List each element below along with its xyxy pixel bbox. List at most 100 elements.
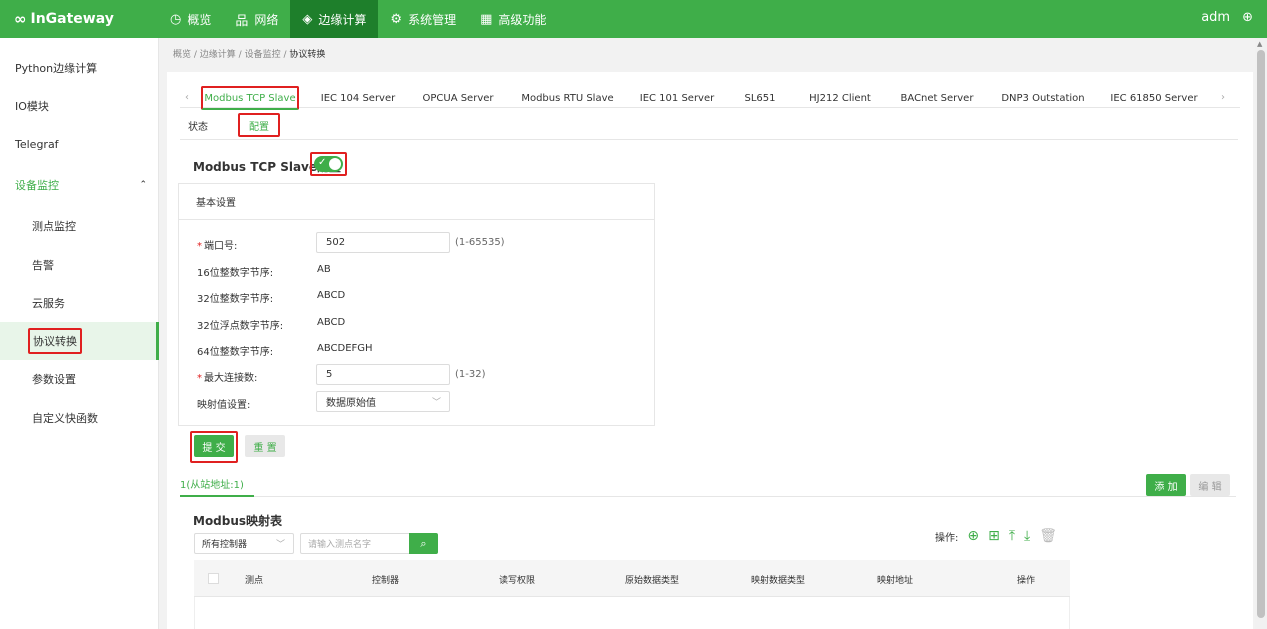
int32-order-value: ABCD (317, 290, 346, 301)
subtab-status[interactable]: 状态 (184, 113, 212, 137)
max-connections-input[interactable]: 5 (316, 364, 450, 385)
sidebar-item-python[interactable]: Python边缘计算 (0, 49, 159, 87)
check-icon: ✓ (318, 157, 327, 168)
sidebar-item-telegraf[interactable]: Telegraf (0, 125, 159, 163)
enable-toggle[interactable]: ✓ (314, 156, 343, 172)
sidebar-item-custom-functions[interactable]: 自定义快函数 (0, 399, 159, 437)
port-range: (1-65535) (455, 237, 505, 248)
tab-modbus-tcp-slave[interactable]: Modbus TCP Slave (201, 86, 299, 110)
search-button[interactable]: ⌕ (409, 533, 438, 554)
mapping-title: Modbus映射表 (193, 514, 283, 528)
edge-computing-icon: ◈ (302, 11, 313, 27)
network-icon: 品 (235, 13, 249, 29)
col-actions: 操作 (1017, 576, 1036, 586)
port-input[interactable]: 502 (316, 232, 450, 253)
sidebar-group-device-monitor[interactable]: 设备监控 ⌃ (0, 166, 159, 204)
subtab-divider (180, 139, 1238, 140)
add-point-icon[interactable]: ⊕ (967, 528, 979, 544)
sidebar-item-io-module[interactable]: IO模块 (0, 87, 159, 125)
port-label: * 端口号: (197, 241, 238, 252)
chevron-down-icon: ﹀ (431, 398, 441, 408)
mapping-value-select[interactable]: 数据原始值 ﹀ (316, 391, 450, 412)
tabs-next-icon[interactable]: › (1221, 92, 1225, 103)
logo-text: InGateway (30, 11, 114, 27)
add-slave-button[interactable]: 添 加 (1146, 474, 1186, 496)
user-name[interactable]: adm (1201, 10, 1230, 25)
dashboard-icon: ◷ (170, 11, 182, 27)
col-rw-permission[interactable]: 读写权限 (499, 573, 535, 586)
col-controller[interactable]: 控制器 (372, 573, 399, 586)
nav-overview[interactable]: ◷ 概览 (158, 0, 223, 38)
mapping-value-label: 映射值设置: (197, 400, 251, 411)
breadcrumb-device-monitor[interactable]: 设备监控 (245, 50, 281, 60)
sidebar-item-cloud-service[interactable]: 云服务 (0, 284, 159, 322)
tab-iec104-server[interactable]: IEC 104 Server (318, 88, 398, 109)
select-all-checkbox[interactable] (208, 573, 219, 584)
tab-bacnet-server[interactable]: BACnet Server (898, 88, 976, 109)
tab-opcua-server[interactable]: OPCUA Server (418, 88, 498, 109)
breadcrumb: 概览 / 边缘计算 / 设备监控 / 协议转换 (173, 50, 326, 60)
point-search-input[interactable]: 请输入测点名字 (300, 533, 410, 554)
sidebar-item-point-monitor[interactable]: 测点监控 (0, 207, 159, 245)
breadcrumb-overview[interactable]: 概览 (173, 50, 191, 60)
delete-icon[interactable]: 🗑 (1039, 528, 1057, 544)
nav-system-management[interactable]: ⚙ 系统管理 (378, 0, 468, 38)
max-connections-range: (1-32) (455, 369, 486, 380)
main-nav: ◷ 概览 品网络 ◈ 边缘计算 ⚙ 系统管理 ▦ 高级功能 (158, 0, 558, 38)
chevron-up-icon: ⌃ (139, 180, 147, 190)
breadcrumb-current: 协议转换 (289, 50, 326, 60)
col-raw-type[interactable]: 原始数据类型 (625, 573, 679, 586)
int64-order-value: ABCDEFGH (317, 343, 373, 354)
nav-network[interactable]: 品网络 (223, 0, 290, 38)
tab-sl651[interactable]: SL651 (740, 88, 780, 109)
page-scrollbar[interactable]: ▲ (1255, 38, 1267, 629)
tab-iec101-server[interactable]: IEC 101 Server (638, 88, 716, 109)
app-logo[interactable]: ∞ InGateway (14, 10, 114, 28)
upload-icon[interactable]: ⤒ (1009, 528, 1015, 544)
float32-order-value: ABCD (317, 317, 346, 328)
table-operations: 操作: ⊕ ⊞ ⤒ ⤓ 🗑 (935, 528, 1057, 544)
edit-slave-button[interactable]: 编 辑 (1190, 474, 1230, 496)
grid-icon: ▦ (480, 11, 493, 27)
gear-icon: ⚙ (390, 11, 403, 27)
sidebar-item-parameters[interactable]: 参数设置 (0, 360, 159, 398)
nav-advanced[interactable]: ▦ 高级功能 (468, 0, 558, 38)
col-point[interactable]: 测点 (245, 573, 263, 586)
max-connections-label: * 最大连接数: (197, 373, 258, 384)
tab-hj212-client[interactable]: HJ212 Client (805, 88, 875, 109)
int32-order-label: 32位整数字节序: (197, 294, 274, 305)
slave-tab[interactable]: 1(从站地址:1) (180, 476, 244, 491)
add-folder-icon[interactable]: ⊞ (988, 528, 1000, 544)
float32-order-label: 32位浮点数字节序: (197, 321, 284, 332)
tab-modbus-rtu-slave[interactable]: Modbus RTU Slave (520, 88, 615, 109)
slave-tab-divider (180, 496, 1236, 497)
download-icon[interactable]: ⤓ (1024, 528, 1030, 544)
breadcrumb-edge[interactable]: 边缘计算 (200, 50, 236, 60)
table-body (194, 597, 1070, 629)
ops-label: 操作: (935, 532, 959, 544)
controller-select[interactable]: 所有控制器 ﹀ (194, 533, 294, 554)
enable-toggle-highlight: ✓ (310, 152, 347, 176)
chevron-down-icon: ﹀ (275, 540, 285, 550)
col-mapped-address[interactable]: 映射地址 (877, 573, 913, 586)
scroll-up-icon[interactable]: ▲ (1257, 40, 1262, 48)
user-area: adm ⊕ (1201, 10, 1253, 25)
tab-dnp3-outstation[interactable]: DNP3 Outstation (997, 88, 1089, 109)
top-bar: ∞ InGateway ◷ 概览 品网络 ◈ 边缘计算 ⚙ 系统管理 ▦ 高级功能 ad… (0, 0, 1267, 38)
scroll-thumb[interactable] (1257, 50, 1265, 618)
reset-button[interactable]: 重 置 (245, 435, 285, 457)
search-icon: ⌕ (420, 536, 427, 550)
globe-icon[interactable]: ⊕ (1242, 10, 1253, 25)
sidebar-item-alarm[interactable]: 告警 (0, 246, 159, 284)
subtab-config[interactable]: 配置 (238, 113, 280, 137)
int16-order-label: 16位整数字节序: (197, 268, 274, 279)
submit-button[interactable]: 提 交 (194, 435, 234, 457)
int64-order-label: 64位整数字节序: (197, 347, 274, 358)
tab-iec61850-server[interactable]: IEC 61850 Server (1110, 88, 1198, 109)
sidebar: Python边缘计算 IO模块 Telegraf 设备监控 ⌃ 测点监控 告警 云… (0, 38, 159, 629)
tabs-prev-icon[interactable]: ‹ (185, 92, 189, 103)
col-mapped-type[interactable]: 映射数据类型 (751, 573, 805, 586)
sidebar-item-protocol-conversion[interactable]: 协议转换 (0, 322, 159, 360)
slave-tab-underline (180, 495, 254, 497)
nav-edge-computing[interactable]: ◈ 边缘计算 (290, 0, 379, 38)
